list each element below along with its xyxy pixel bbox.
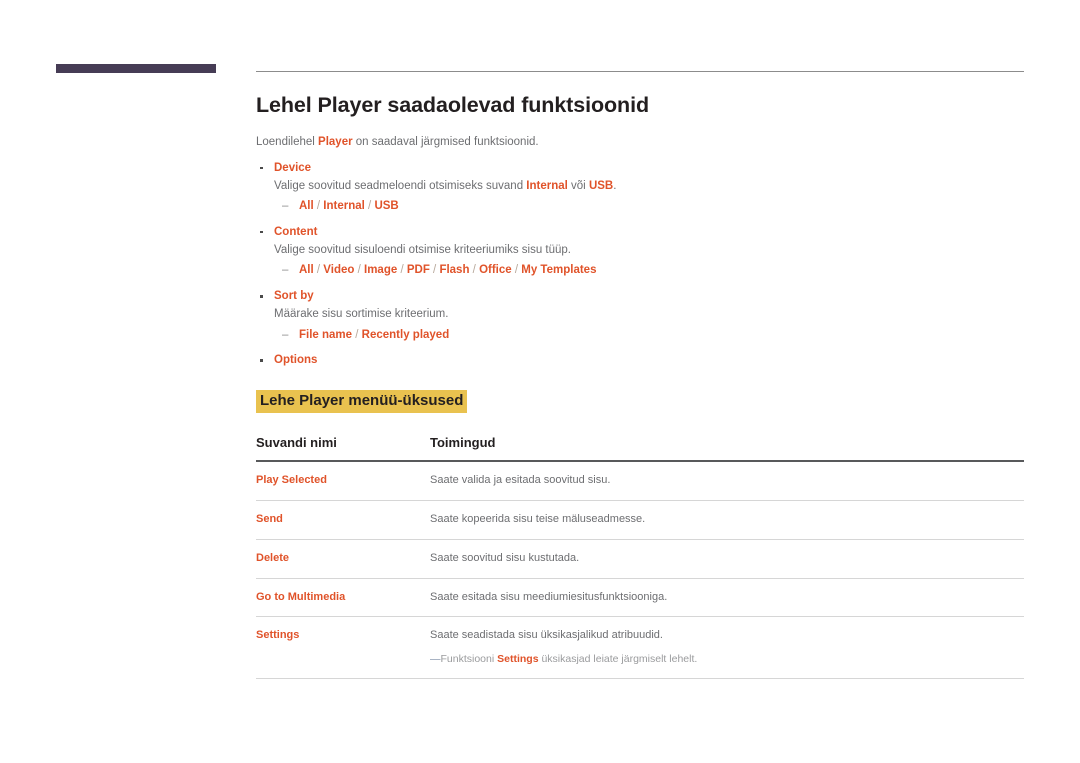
option-desc-delete: Saate soovitud sisu kustutada. [430, 539, 1024, 579]
bullet-description-device: Valige soovitud seadmeloendi otsimiseks … [256, 178, 1024, 195]
table-row: Go to Multimedia Saate esitada sisu meed… [256, 578, 1024, 618]
header-horizontal-rule [256, 71, 1024, 72]
sub-item-sort-by-options: – File name / Recently played [256, 327, 1024, 345]
bullet-dot-icon [260, 359, 263, 362]
bullet-dot-icon [260, 230, 263, 234]
intro-text-pre: Loendilehel [256, 135, 319, 148]
table-row: Play Selected Saate valida ja esitada so… [256, 460, 1024, 501]
desc-text-mid: või [567, 179, 589, 192]
bullet-description-sort-by: Määrake sisu sortimise kriteerium. [274, 308, 449, 321]
desc-term-internal: Internal [526, 179, 568, 192]
table-row: Send Saate kopeerida sisu teise mälusead… [256, 500, 1024, 540]
header-accent-bar [56, 64, 216, 73]
option-name-settings: Settings [256, 616, 430, 680]
en-dash-icon: – [282, 200, 289, 213]
option-desc-settings-text: Saate seadistada sisu üksikasjalikud atr… [430, 629, 663, 642]
desc-text-pre: Valige soovitud seadmeloendi otsimiseks … [274, 179, 527, 192]
section-subtitle: Lehe Player menüü-üksused [256, 389, 468, 413]
option-desc-send: Saate kopeerida sisu teise mäluseadmesse… [430, 500, 1024, 540]
player-menu-table: Suvandi nimi Toimingud Play Selected Saa… [256, 434, 1024, 680]
player-functions-list: Device Valige soovitud seadmeloendi otsi… [256, 160, 1024, 370]
option-desc-play-selected: Saate valida ja esitada soovitud sisu. [430, 460, 1024, 501]
option-name-go-to-multimedia: Go to Multimedia [256, 578, 430, 618]
intro-paragraph: Loendilehel Player on saadaval järgmised… [256, 134, 1024, 151]
table-row: Delete Saate soovitud sisu kustutada. [256, 539, 1024, 579]
list-item-sort-by: Sort by Määrake sisu sortimise kriteeriu… [256, 288, 1024, 344]
list-item-content: Content Valige soovitud sisuloendi otsim… [256, 224, 1024, 280]
settings-note: —Funktsiooni Settings üksikasjad leiate … [430, 652, 1024, 667]
page-title: Lehel Player saadaolevad funktsioonid [256, 93, 649, 117]
sub-item-text: All / Internal / USB [299, 200, 399, 213]
intro-text-post: on saadaval järgmised funktsioonid. [352, 135, 539, 148]
option-name-send: Send [256, 500, 430, 540]
bullet-label-text: Options [274, 354, 318, 367]
en-dash-icon: – [282, 264, 289, 277]
list-item-device: Device Valige soovitud seadmeloendi otsi… [256, 160, 1024, 216]
note-term-settings: Settings [497, 653, 539, 666]
intro-term-player: Player [318, 135, 353, 148]
bullet-label-sort-by: Sort by [256, 288, 1024, 305]
desc-text-post: . [613, 179, 617, 192]
table-header-row: Suvandi nimi Toimingud [256, 434, 1024, 462]
bullet-description-content: Valige soovitud sisuloendi otsimise krit… [274, 244, 572, 257]
option-desc-go-to-multimedia: Saate esitada sisu meediumiesitusfunktsi… [430, 578, 1024, 618]
column-header-actions: Toimingud [430, 434, 1024, 462]
bullet-dot-icon [260, 295, 263, 298]
sub-item-device-options: – All / Internal / USB [256, 198, 1024, 216]
page-content: Lehel Player saadaolevad funktsioonid Lo… [256, 92, 1024, 680]
bullet-label-content: Content [256, 224, 1024, 241]
desc-term-usb: USB [588, 179, 614, 192]
note-text-post: üksikasjad leiate järgmiselt lehelt. [538, 653, 698, 666]
bullet-label-options: Options [256, 352, 1024, 369]
option-desc-settings: Saate seadistada sisu üksikasjalikud atr… [430, 616, 1024, 680]
bullet-label-text: Content [274, 225, 318, 238]
en-dash-icon: – [282, 328, 289, 341]
list-item-options: Options [256, 352, 1024, 369]
table-row: Settings Saate seadistada sisu üksikasja… [256, 616, 1024, 680]
option-name-delete: Delete [256, 539, 430, 579]
option-name-play-selected: Play Selected [256, 460, 430, 501]
bullet-label-device: Device [256, 160, 1024, 177]
page-header-decoration [0, 0, 1080, 80]
sub-item-text: All / Video / Image / PDF / Flash / Offi… [299, 264, 597, 277]
subtitle-container: Lehe Player menüü-üksused [256, 389, 1024, 413]
bullet-label-text: Sort by [274, 290, 314, 303]
sub-item-text: File name / Recently played [299, 328, 450, 341]
column-header-option-name: Suvandi nimi [256, 434, 430, 462]
sub-item-content-options: – All / Video / Image / PDF / Flash / Off… [256, 262, 1024, 280]
bullet-dot-icon [260, 166, 263, 170]
note-text-pre: Funktsiooni [440, 653, 498, 666]
bullet-label-text: Device [274, 161, 312, 174]
note-dash-icon: — [430, 653, 440, 666]
